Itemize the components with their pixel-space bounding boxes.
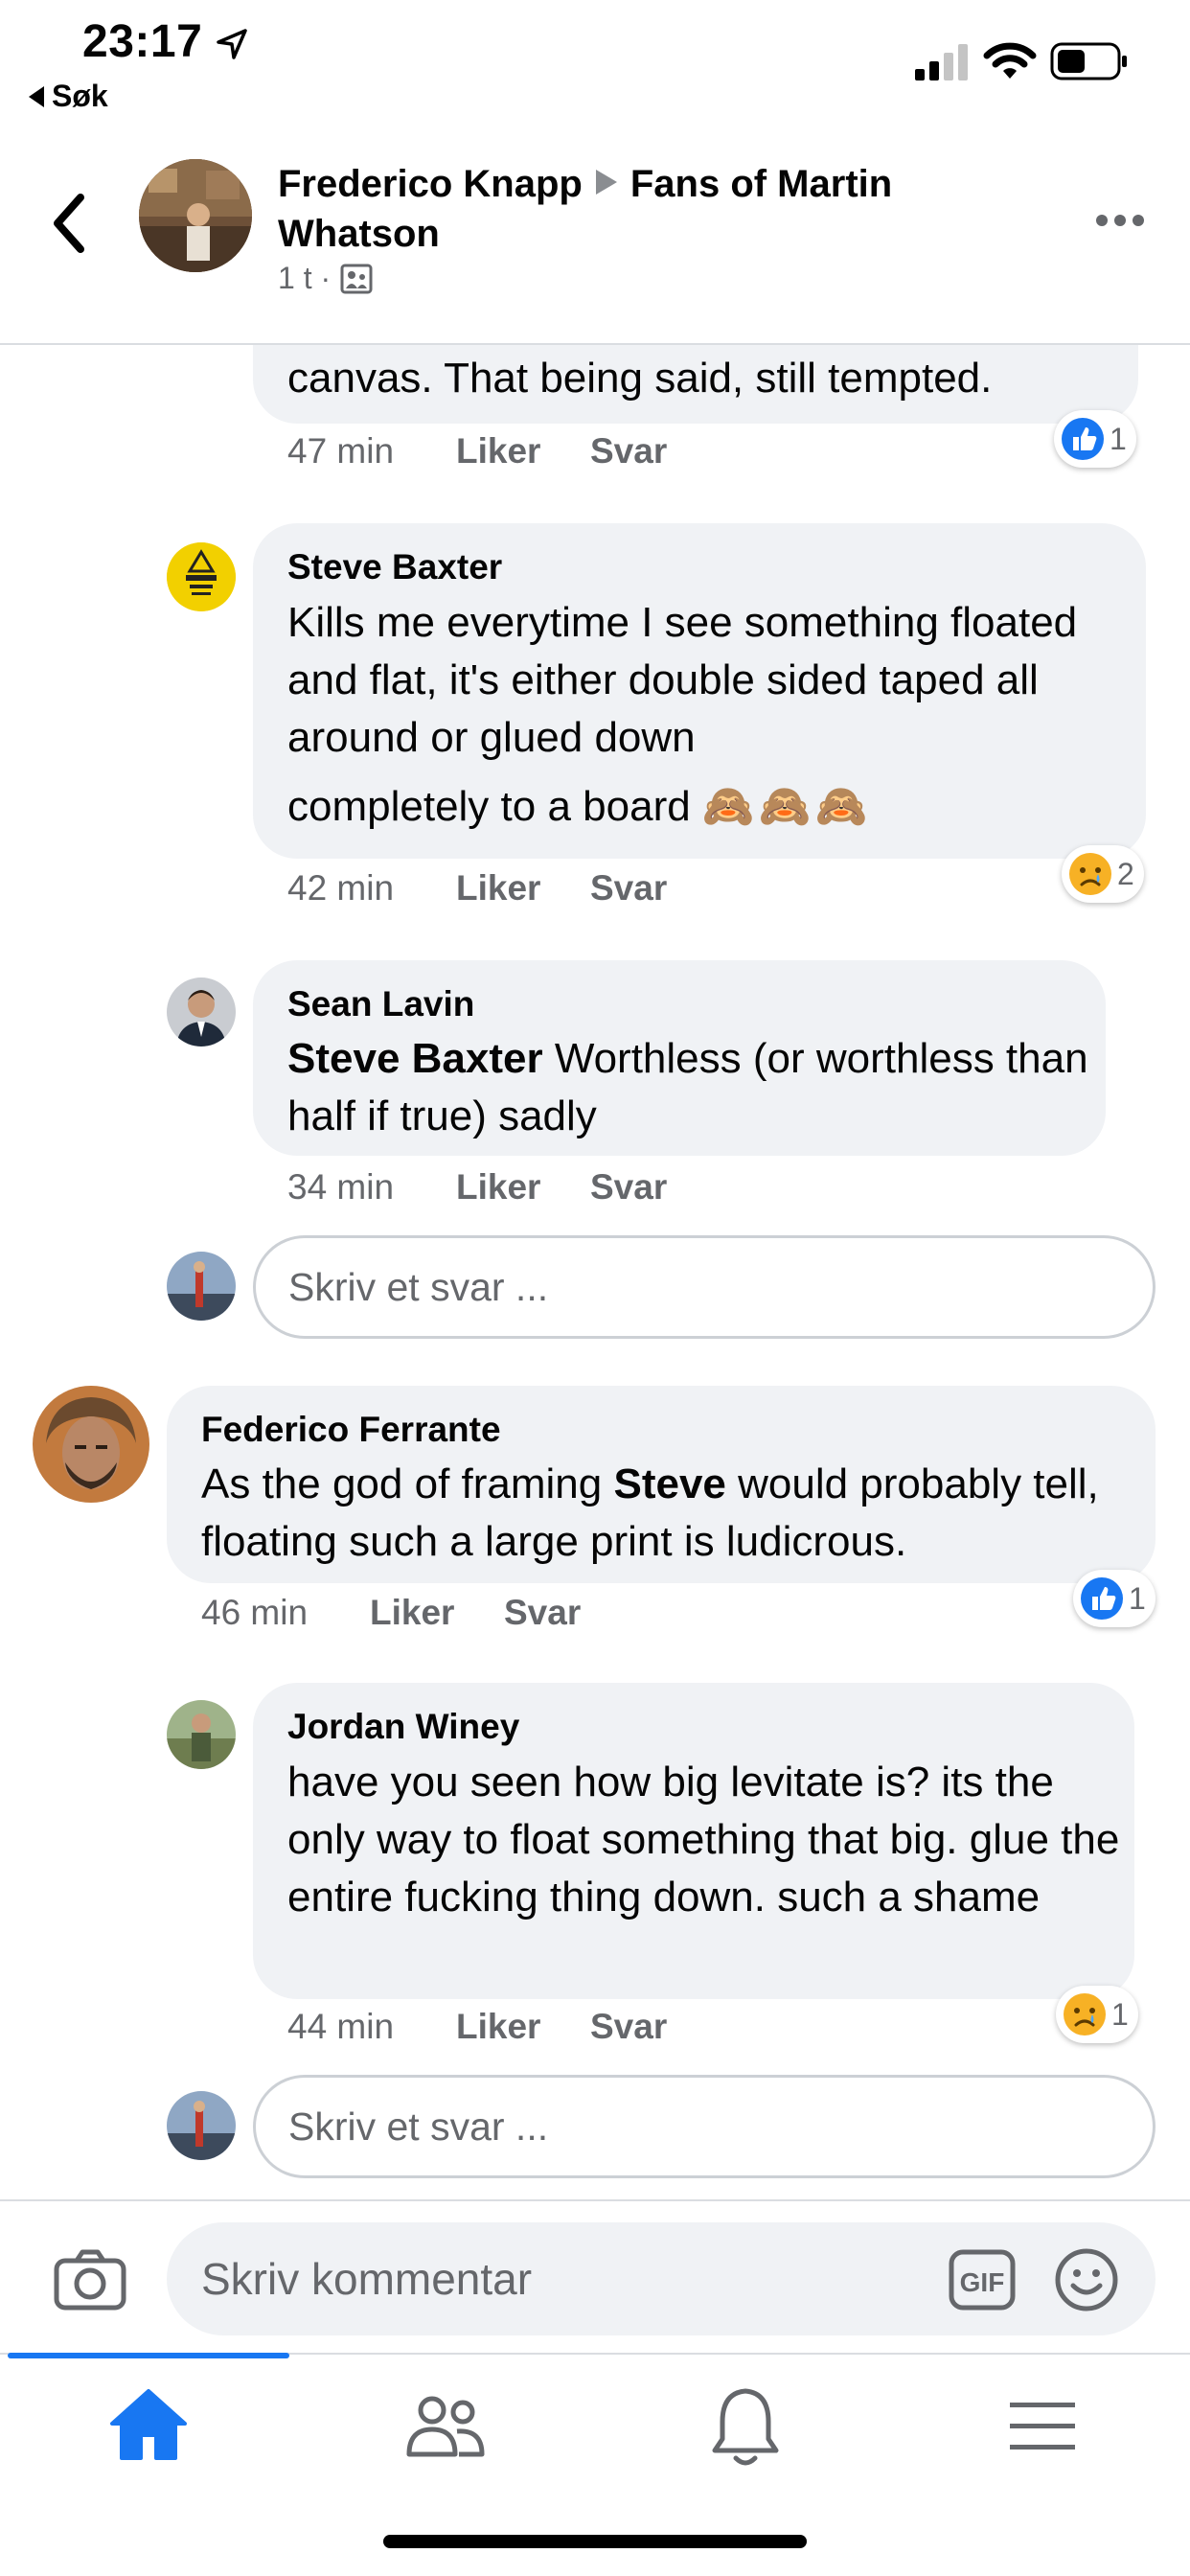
camera-icon[interactable] bbox=[54, 2249, 126, 2311]
avatar-photo bbox=[167, 2091, 236, 2160]
friends-icon[interactable] bbox=[388, 2374, 503, 2479]
gif-label: GIF bbox=[960, 2267, 1005, 2297]
avatar-photo bbox=[167, 542, 236, 611]
status-bar: 23:17 Søk bbox=[0, 0, 1190, 125]
comment-author[interactable]: Steve Baxter bbox=[287, 547, 502, 587]
comment-time: 42 min bbox=[287, 868, 395, 908]
reaction-count: 1 bbox=[1129, 1580, 1146, 1616]
active-tab-indicator bbox=[8, 2353, 289, 2358]
battery-icon bbox=[1050, 42, 1127, 80]
reply-button[interactable]: Svar bbox=[590, 1167, 667, 1208]
comment-author[interactable]: Sean Lavin bbox=[287, 984, 474, 1024]
post-title[interactable]: Frederico Knapp Fans of Martin Whatson bbox=[278, 159, 1064, 259]
sad-reaction-icon bbox=[1064, 1993, 1106, 2036]
avatar-photo bbox=[139, 159, 252, 272]
reply-button[interactable]: Svar bbox=[590, 431, 667, 472]
wifi-icon bbox=[983, 42, 1037, 79]
post-time: 1 t · bbox=[278, 261, 332, 295]
more-icon[interactable] bbox=[1094, 211, 1146, 230]
reaction-badge[interactable]: 1 bbox=[1073, 1570, 1156, 1627]
back-chevron-icon[interactable] bbox=[48, 190, 90, 257]
like-button[interactable]: Liker bbox=[456, 431, 590, 472]
reaction-badge[interactable]: 2 bbox=[1062, 845, 1144, 903]
post-meta: 1 t · bbox=[278, 261, 373, 296]
like-button[interactable]: Liker bbox=[456, 868, 590, 908]
comment-actions: 47 min Liker Svar bbox=[287, 431, 667, 472]
commenter-avatar[interactable] bbox=[167, 542, 236, 611]
comment-actions: 46 min Liker Svar bbox=[201, 1593, 581, 1633]
comment-author[interactable]: Jordan Winey bbox=[287, 1707, 519, 1747]
commenter-avatar[interactable] bbox=[33, 1386, 149, 1503]
emoji-icon[interactable] bbox=[1054, 2247, 1119, 2312]
reply-input[interactable]: Skriv et svar ... bbox=[253, 1235, 1156, 1339]
commenter-avatar[interactable] bbox=[167, 1700, 236, 1769]
like-button[interactable]: Liker bbox=[456, 2007, 590, 2047]
see-no-evil-emoji: 🙈🙈🙈 bbox=[701, 783, 872, 830]
reaction-count: 2 bbox=[1117, 856, 1134, 891]
avatar-photo bbox=[167, 1252, 236, 1321]
comment-time: 34 min bbox=[287, 1167, 395, 1207]
like-reaction-icon bbox=[1081, 1577, 1123, 1620]
comment-time: 46 min bbox=[201, 1593, 309, 1632]
home-indicator-bar bbox=[383, 2535, 807, 2548]
comment-text: Steve Baxter Worthless (or worthless tha… bbox=[287, 1030, 1092, 1145]
like-button[interactable]: Liker bbox=[370, 1593, 504, 1633]
my-avatar bbox=[167, 2091, 236, 2160]
comment-text-start: As the god of framing bbox=[201, 1460, 614, 1507]
back-to-app-label: Søk bbox=[52, 79, 108, 113]
author-avatar[interactable] bbox=[139, 159, 252, 272]
comment-actions: 42 min Liker Svar bbox=[287, 868, 667, 908]
commenter-avatar[interactable] bbox=[167, 978, 236, 1046]
comment-text: have you seen how big levitate is? its t… bbox=[287, 1759, 1120, 1920]
comment-time: 44 min bbox=[287, 2007, 395, 2046]
avatar-photo bbox=[167, 1700, 236, 1769]
sad-reaction-icon bbox=[1069, 853, 1111, 895]
like-button[interactable]: Liker bbox=[456, 1167, 590, 1208]
menu-icon[interactable] bbox=[985, 2374, 1100, 2479]
comment-composer: Skriv kommentar GIF bbox=[0, 2199, 1190, 2353]
avatar-photo bbox=[33, 1386, 149, 1503]
reaction-count: 1 bbox=[1110, 421, 1127, 456]
post-header: Frederico Knapp Fans of Martin Whatson 1 … bbox=[0, 144, 1190, 345]
reply-input[interactable]: Skriv et svar ... bbox=[253, 2075, 1156, 2178]
home-icon[interactable] bbox=[91, 2374, 206, 2479]
back-triangle-icon bbox=[29, 85, 44, 107]
mention-link[interactable]: Steve bbox=[613, 1460, 725, 1507]
comment-actions: 44 min Liker Svar bbox=[287, 2007, 667, 2047]
reaction-badge[interactable]: 1 bbox=[1056, 1986, 1138, 2043]
back-to-app-link[interactable]: Søk bbox=[29, 79, 108, 114]
signal-icon bbox=[915, 44, 968, 80]
bell-icon[interactable] bbox=[688, 2374, 803, 2479]
reply-button[interactable]: Svar bbox=[590, 2007, 667, 2047]
post-author[interactable]: Frederico Knapp bbox=[278, 163, 583, 205]
location-arrow-icon bbox=[217, 29, 247, 59]
shared-to-arrow-icon bbox=[595, 170, 617, 195]
reaction-badge[interactable]: 1 bbox=[1054, 410, 1136, 468]
comment-actions: 34 min Liker Svar bbox=[287, 1167, 667, 1208]
my-avatar bbox=[167, 1252, 236, 1321]
comment-text-end: completely to a board bbox=[287, 783, 691, 830]
reply-button[interactable]: Svar bbox=[504, 1593, 581, 1633]
comment-author[interactable]: Federico Ferrante bbox=[201, 1410, 501, 1450]
comment-text: Kills me everytime I see something float… bbox=[287, 599, 1078, 761]
status-time: 23:17 bbox=[82, 16, 203, 67]
comment-text: As the god of framing Steve would probab… bbox=[201, 1456, 1140, 1571]
avatar-photo bbox=[167, 978, 236, 1046]
reaction-count: 1 bbox=[1111, 1996, 1129, 2032]
comment-text: canvas. That being said, still tempted. bbox=[287, 355, 993, 402]
comment-time: 47 min bbox=[287, 431, 395, 471]
gif-icon[interactable]: GIF bbox=[949, 2249, 1016, 2311]
reply-button[interactable]: Svar bbox=[590, 868, 667, 908]
comment-text-last-line: completely to a board 🙈🙈🙈 bbox=[287, 778, 1131, 836]
mention-link[interactable]: Steve Baxter bbox=[287, 1035, 543, 1082]
like-reaction-icon bbox=[1062, 418, 1104, 460]
group-audience-icon bbox=[340, 264, 373, 293]
